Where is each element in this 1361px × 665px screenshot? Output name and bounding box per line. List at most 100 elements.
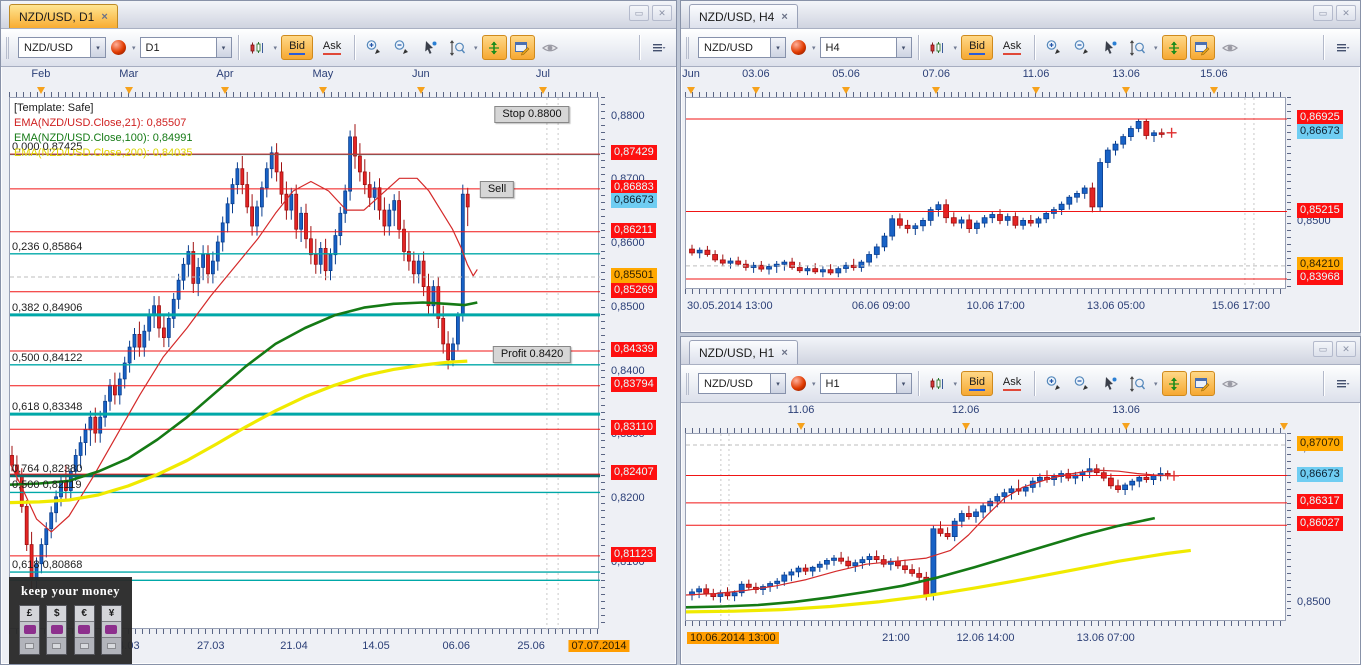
- fit-vertical-button[interactable]: [1162, 35, 1187, 60]
- toolbar-menu-button[interactable]: [646, 35, 671, 60]
- zoom-region-dropdown-icon[interactable]: ▾: [473, 44, 479, 52]
- chevron-down-icon[interactable]: ▾: [896, 374, 911, 393]
- bid-button[interactable]: Bid: [961, 371, 993, 396]
- chart-editor-button[interactable]: [510, 35, 535, 60]
- time-ruler-bottom[interactable]: [685, 621, 1286, 631]
- candlestick-chart[interactable]: [686, 434, 1287, 622]
- price-scale-label: 0,8200: [611, 491, 645, 506]
- zoom-region-dropdown-icon[interactable]: ▾: [1153, 44, 1159, 52]
- toolbar-grip[interactable]: [686, 37, 692, 59]
- chart-type-button[interactable]: [925, 35, 950, 60]
- tab-close-icon[interactable]: ×: [781, 347, 787, 359]
- close-button[interactable]: ✕: [1336, 341, 1356, 357]
- price-level-badge: 0,86317: [1297, 494, 1343, 509]
- cursor-button[interactable]: [1097, 35, 1122, 60]
- timeframe-select[interactable]: D1 ▾: [140, 37, 232, 58]
- chart-plot-area[interactable]: [685, 433, 1286, 621]
- chevron-down-icon[interactable]: ▾: [770, 374, 785, 393]
- ask-button[interactable]: Ask: [316, 35, 348, 60]
- zoom-region-button[interactable]: [1125, 371, 1150, 396]
- zoom-in-button[interactable]: [1041, 35, 1066, 60]
- cursor-button[interactable]: [417, 35, 442, 60]
- visibility-button[interactable]: [1218, 371, 1243, 396]
- price-ruler[interactable]: [601, 97, 607, 629]
- chevron-down-icon[interactable]: ▾: [90, 38, 105, 57]
- chevron-down-icon[interactable]: ▾: [770, 38, 785, 57]
- tab-close-icon[interactable]: ×: [101, 11, 107, 23]
- time-axis-label: 30.05.2014 13:00: [687, 300, 773, 312]
- bid-button[interactable]: Bid: [961, 35, 993, 60]
- zoom-out-icon: [393, 39, 410, 56]
- zoom-out-button[interactable]: [1069, 35, 1094, 60]
- eye-icon: [1221, 41, 1239, 55]
- price-ruler[interactable]: [1287, 433, 1293, 621]
- zoom-region-button[interactable]: [445, 35, 470, 60]
- chart-editor-button[interactable]: [1190, 371, 1215, 396]
- instrument-dropdown-icon[interactable]: ▾: [131, 44, 137, 52]
- instrument-dropdown-icon[interactable]: ▾: [811, 44, 817, 52]
- bid-button[interactable]: Bid: [281, 35, 313, 60]
- restore-button[interactable]: ▭: [1313, 341, 1333, 357]
- close-button[interactable]: ✕: [652, 5, 672, 21]
- chart-type-button[interactable]: [925, 371, 950, 396]
- candlestick-chart[interactable]: [686, 98, 1287, 290]
- close-button[interactable]: ✕: [1336, 5, 1356, 21]
- time-axis-label: Jun: [682, 68, 700, 80]
- fit-vertical-button[interactable]: [482, 35, 507, 60]
- time-axis-label: 06.06: [442, 640, 470, 652]
- time-ruler-top[interactable]: [685, 423, 1286, 433]
- toolbar-menu-button[interactable]: [1330, 35, 1355, 60]
- restore-button[interactable]: ▭: [629, 5, 649, 21]
- zoom-in-button[interactable]: [1041, 371, 1066, 396]
- toolbar-separator: [1034, 35, 1035, 60]
- chart-type-button[interactable]: [245, 35, 270, 60]
- chevron-down-icon[interactable]: ▾: [896, 38, 911, 57]
- visibility-button[interactable]: [1218, 35, 1243, 60]
- tab-nzdusd-h4[interactable]: NZD/USD, H4 ×: [689, 4, 798, 28]
- trade-order-label[interactable]: Stop 0.8800: [494, 106, 569, 123]
- zoom-region-dropdown-icon[interactable]: ▾: [1153, 380, 1159, 388]
- restore-button[interactable]: ▭: [1313, 5, 1333, 21]
- symbol-select[interactable]: NZD/USD ▾: [698, 373, 786, 394]
- tab-close-icon[interactable]: ×: [781, 11, 787, 23]
- chart-type-dropdown-icon[interactable]: ▾: [953, 44, 959, 52]
- price-scale-label: 0,8600: [611, 236, 645, 251]
- zoom-out-button[interactable]: [389, 35, 414, 60]
- chart-plot-area[interactable]: [685, 97, 1286, 289]
- visibility-button[interactable]: [538, 35, 563, 60]
- price-level-badge: 0,86027: [1297, 516, 1343, 531]
- tab-nzdusd-d1[interactable]: NZD/USD, D1 ×: [9, 4, 118, 28]
- time-ruler-top[interactable]: [9, 87, 599, 97]
- tab-nzdusd-h1[interactable]: NZD/USD, H1 ×: [689, 340, 798, 364]
- symbol-select[interactable]: NZD/USD ▾: [18, 37, 106, 58]
- trade-order-label[interactable]: Profit 0.8420: [493, 346, 571, 363]
- timeframe-select[interactable]: H4 ▾: [820, 37, 912, 58]
- fit-vertical-button[interactable]: [1162, 371, 1187, 396]
- candlestick-chart[interactable]: [10, 98, 600, 630]
- chart-plot-area[interactable]: [Template: Safe] EMA(NZD/USD.Close,21): …: [9, 97, 599, 629]
- ask-button[interactable]: Ask: [996, 371, 1028, 396]
- price-ruler[interactable]: [1287, 97, 1293, 289]
- toolbar-grip[interactable]: [6, 37, 12, 59]
- ask-button[interactable]: Ask: [996, 35, 1028, 60]
- zoom-region-button[interactable]: [1125, 35, 1150, 60]
- time-axis-label: 15.06: [1200, 68, 1228, 80]
- cursor-button[interactable]: [1097, 371, 1122, 396]
- zoom-out-button[interactable]: [1069, 371, 1094, 396]
- candlestick-chart-icon: [929, 376, 945, 392]
- zoom-in-button[interactable]: [361, 35, 386, 60]
- time-axis-label: 06.06 09:00: [852, 300, 910, 312]
- instrument-dropdown-icon[interactable]: ▾: [811, 380, 817, 388]
- time-ruler-bottom[interactable]: [685, 289, 1286, 299]
- chevron-down-icon[interactable]: ▾: [216, 38, 231, 57]
- time-ruler-top[interactable]: [685, 87, 1286, 97]
- timeframe-select[interactable]: H1 ▾: [820, 373, 912, 394]
- toolbar-grip[interactable]: [686, 373, 692, 395]
- chart-type-dropdown-icon[interactable]: ▾: [273, 44, 279, 52]
- symbol-select[interactable]: NZD/USD ▾: [698, 37, 786, 58]
- trade-order-label[interactable]: Sell: [480, 181, 514, 198]
- chart-editor-button[interactable]: [1190, 35, 1215, 60]
- toolbar-menu-button[interactable]: [1330, 371, 1355, 396]
- fibonacci-level-label: 0,500 0,82119: [12, 479, 82, 491]
- chart-type-dropdown-icon[interactable]: ▾: [953, 380, 959, 388]
